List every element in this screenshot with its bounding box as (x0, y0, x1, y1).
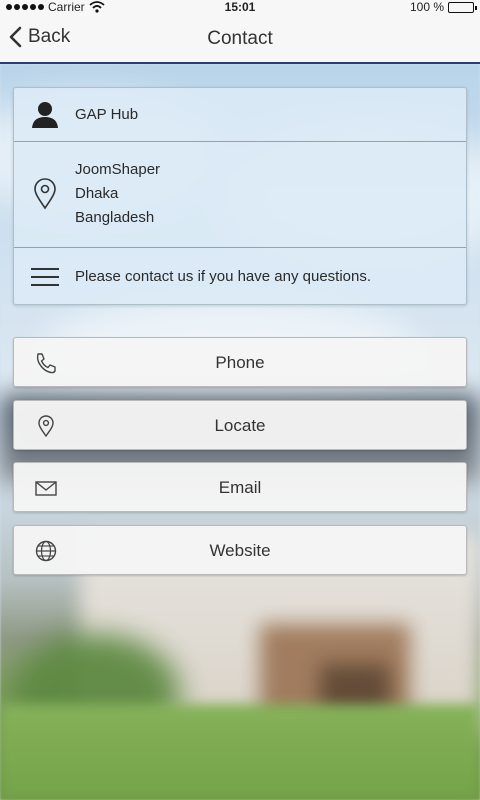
contact-name: GAP Hub (75, 106, 139, 123)
map-pin-icon (28, 177, 62, 211)
contact-note: Please contact us if you have any questi… (75, 268, 372, 285)
website-button[interactable]: Website (13, 525, 467, 575)
contact-info-card: GAP Hub JoomShaper Dhaka Bangladesh Plea… (13, 87, 467, 305)
contact-address: JoomShaper Dhaka Bangladesh (75, 158, 160, 230)
battery-percent: 100 % (409, 0, 444, 14)
status-bar: Carrier 15:01 100 % (0, 0, 480, 14)
info-row-name: GAP Hub (14, 88, 466, 142)
person-icon (28, 98, 62, 132)
phone-button[interactable]: Phone (13, 337, 467, 387)
phone-label: Phone (215, 353, 265, 372)
address-line: Dhaka (75, 185, 119, 202)
address-line: JoomShaper (75, 161, 161, 178)
battery-icon (448, 1, 477, 13)
locate-button[interactable]: Locate (13, 400, 467, 450)
website-label: Website (209, 541, 271, 560)
menu-lines-icon (28, 260, 62, 294)
info-row-note: Please contact us if you have any questi… (14, 248, 466, 306)
address-line: Bangladesh (75, 209, 155, 226)
status-right: 100 % (409, 0, 477, 14)
locate-label: Locate (214, 416, 266, 435)
nav-bar: Back Contact (0, 14, 480, 64)
status-time: 15:01 (224, 0, 256, 14)
email-label: Email (218, 478, 262, 497)
email-button[interactable]: Email (13, 462, 467, 512)
page-title: Contact (207, 28, 273, 49)
info-row-address: JoomShaper Dhaka Bangladesh (14, 142, 466, 248)
